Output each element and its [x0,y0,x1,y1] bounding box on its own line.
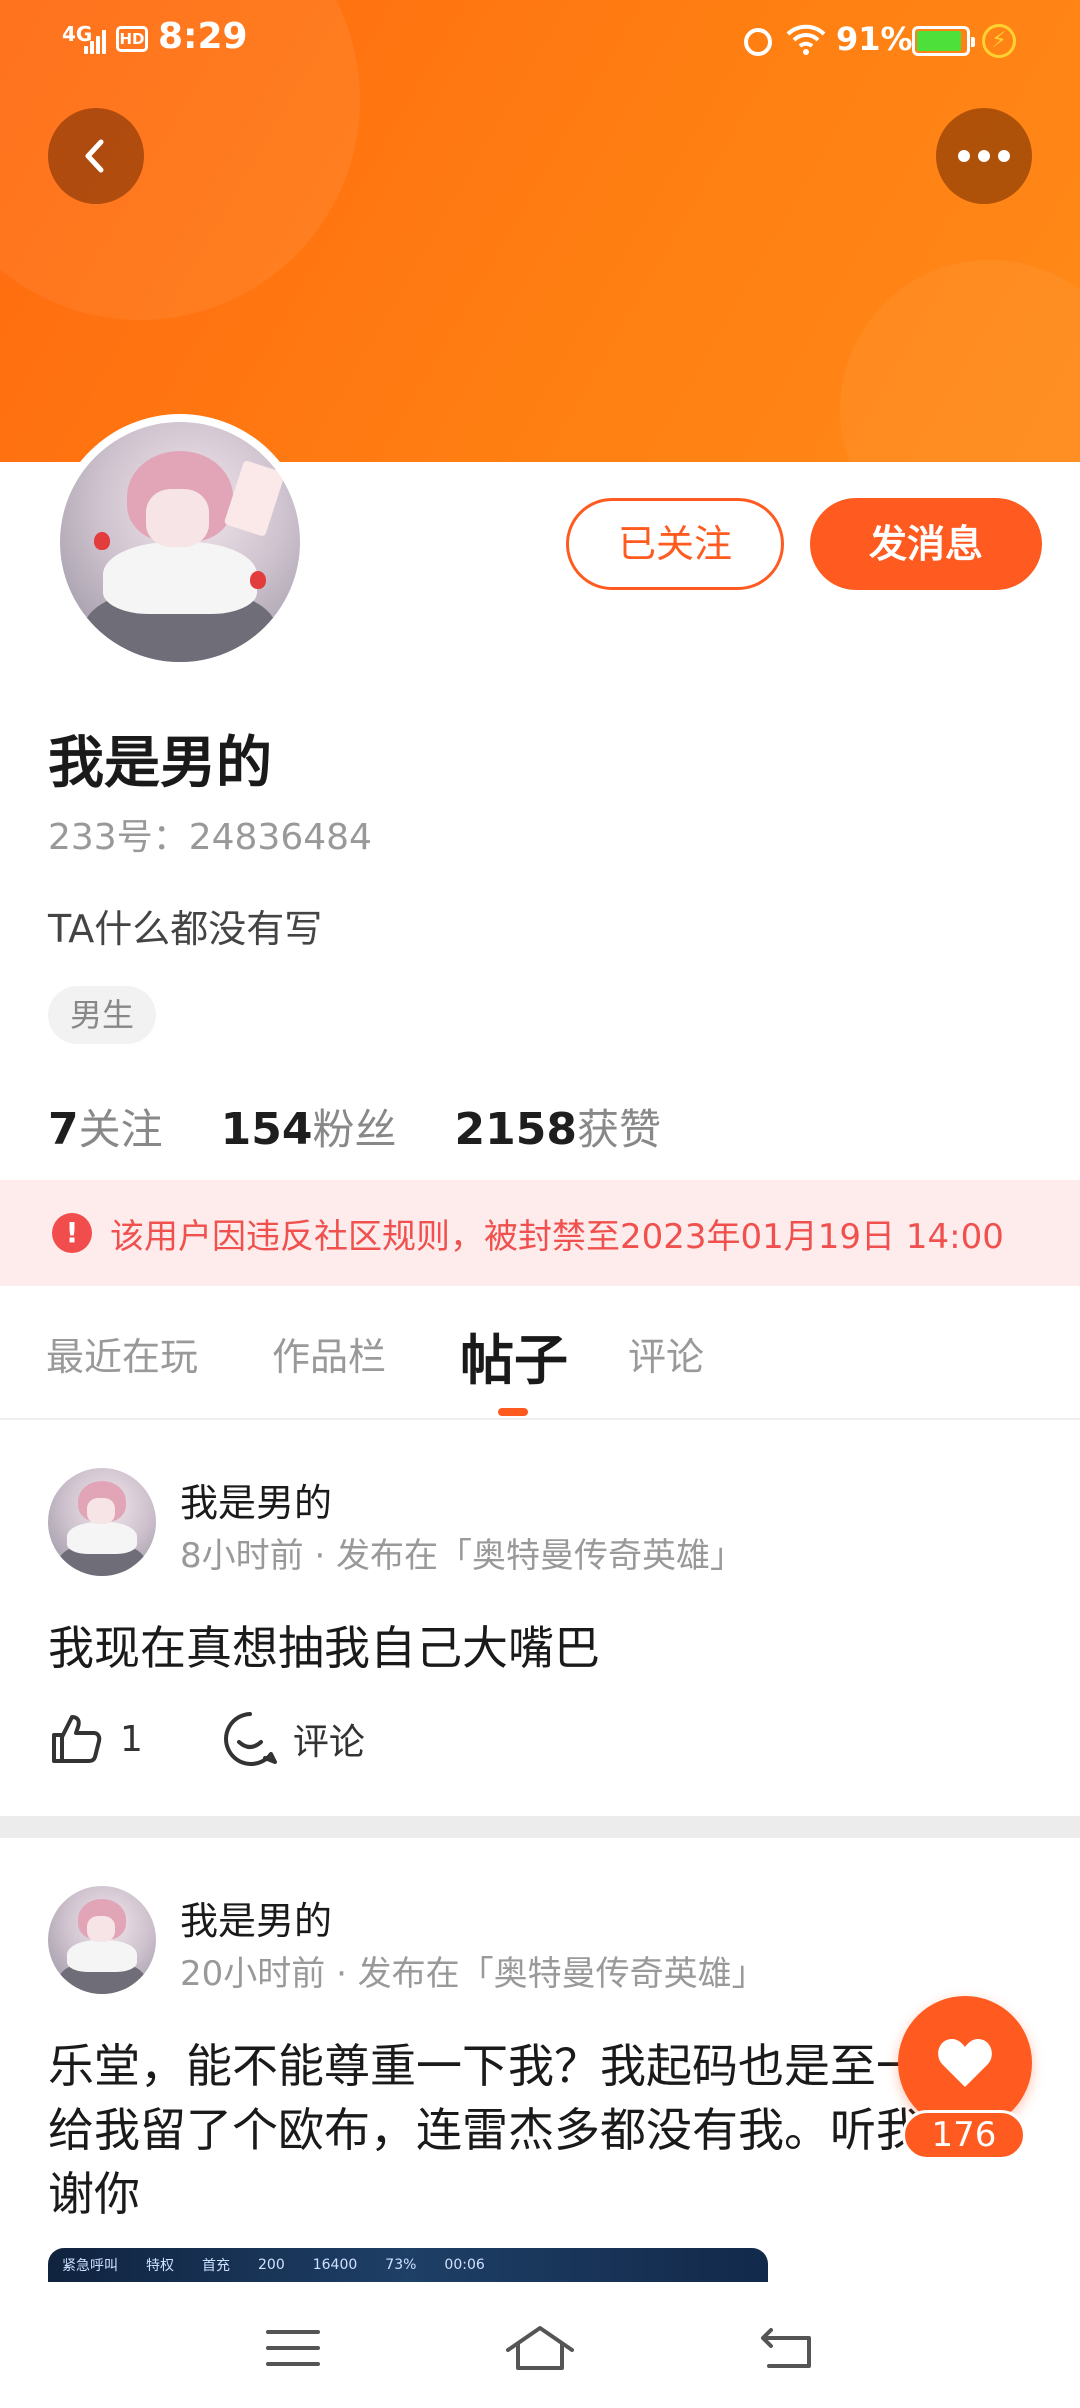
post-divider [0,1816,1080,1838]
gender-tag: 男生 [48,986,157,1044]
image-text: 首充 [202,2258,230,2274]
stat-value: 154 [220,1104,313,1155]
post-author[interactable]: 我是男的 [180,1890,332,1945]
profile-tabs: 最近在玩 作品栏 帖子 评论 [0,1286,1080,1420]
comment-icon [224,1712,277,1766]
following-button[interactable]: 已关注 [566,498,784,590]
thumbs-up-icon [52,1715,102,1763]
tab-works[interactable]: 作品栏 [272,1326,386,1381]
stat-label: 获赞 [576,1105,661,1154]
image-text: 特权 [146,2258,174,2274]
battery-percent: 91% [836,20,913,58]
wifi-icon [786,24,826,55]
post-avatar[interactable] [48,1468,156,1576]
image-text: 73% [385,2257,417,2273]
post-meta: 8小时前 · 发布在「奥特曼传奇英雄」 [180,1536,745,1576]
more-dots-icon [958,150,1010,162]
alert-icon: ! [52,1213,92,1253]
send-message-button[interactable]: 发消息 [810,498,1042,590]
profile-stats: 7关注 154粉丝 2158获赞 [48,1096,661,1157]
post-body: 我现在真想抽我自己大嘴巴 [48,1621,600,1675]
back-button[interactable] [48,108,144,204]
post-card[interactable]: 我是男的 8小时前 · 发布在「奥特曼传奇英雄」 我现在真想抽我自己大嘴巴 1 … [0,1420,1080,1816]
stat-likes: 2158获赞 [455,1096,661,1157]
signal-icon [84,30,106,54]
post-author[interactable]: 我是男的 [180,1472,332,1527]
comment-button[interactable]: 评论 [221,1710,365,1768]
ban-notice: ! 该用户因违反社区规则，被封禁至2023年01月19日 14:00 [0,1180,1080,1286]
avatar-image [60,422,300,662]
tab-comments[interactable]: 评论 [628,1326,704,1381]
nav-menu-button[interactable] [257,2318,329,2378]
hd-badge: HD [116,26,148,52]
stat-value: 2158 [454,1104,577,1155]
stat-value: 7 [48,1104,79,1155]
stat-following[interactable]: 7关注 [48,1096,163,1157]
post-meta: 20小时前 · 发布在「奥特曼传奇英雄」 [180,1954,766,1994]
back-icon [760,2328,811,2368]
home-icon [505,2326,574,2370]
heart-icon [938,2039,992,2087]
post-image-preview[interactable]: 紧急呼叫 特权 首充 200 16400 73% 00:06 [48,2248,768,2282]
header-decoration [840,260,1080,462]
stat-fans[interactable]: 154粉丝 [221,1096,397,1157]
nav-back-button[interactable] [751,2318,823,2378]
clock: 8:29 [158,16,248,57]
tab-posts[interactable]: 帖子 [460,1316,568,1395]
post-actions: 1 评论 [48,1710,365,1768]
status-bar: 4G HD 8:29 91% ⚡ [0,0,1080,84]
charging-icon: ⚡ [982,24,1016,58]
stat-label: 关注 [78,1105,163,1154]
active-tab-indicator [498,1408,528,1416]
like-count: 1 [120,1718,143,1760]
user-id: 233号：24836484 [48,817,372,858]
image-text: 16400 [312,2257,358,2273]
stat-label: 粉丝 [312,1105,397,1154]
like-button[interactable]: 1 [48,1711,143,1767]
comment-label: 评论 [292,1722,365,1763]
menu-icon [266,2330,321,2366]
profile-username: 我是男的 [48,731,272,796]
image-text: 00:06 [444,2257,485,2273]
profile-header-banner: 4G HD 8:29 91% ⚡ [0,0,1080,462]
floating-like-count: 176 [902,2110,1026,2160]
nav-home-button[interactable] [504,2318,576,2378]
image-text: 紧急呼叫 [62,2258,118,2274]
user-bio: TA什么都没有写 [48,907,323,951]
post-avatar[interactable] [48,1886,156,1994]
more-options-button[interactable] [936,108,1032,204]
image-text: 200 [258,2257,285,2273]
alarm-icon [744,28,772,56]
system-navigation-bar [0,2288,1080,2408]
profile-avatar[interactable] [52,414,308,670]
battery-icon [912,26,975,56]
ban-notice-text: 该用户因违反社区规则，被封禁至2023年01月19日 14:00 [110,1216,1004,1257]
chevron-left-icon [85,139,104,173]
tab-recently-played[interactable]: 最近在玩 [46,1326,198,1381]
